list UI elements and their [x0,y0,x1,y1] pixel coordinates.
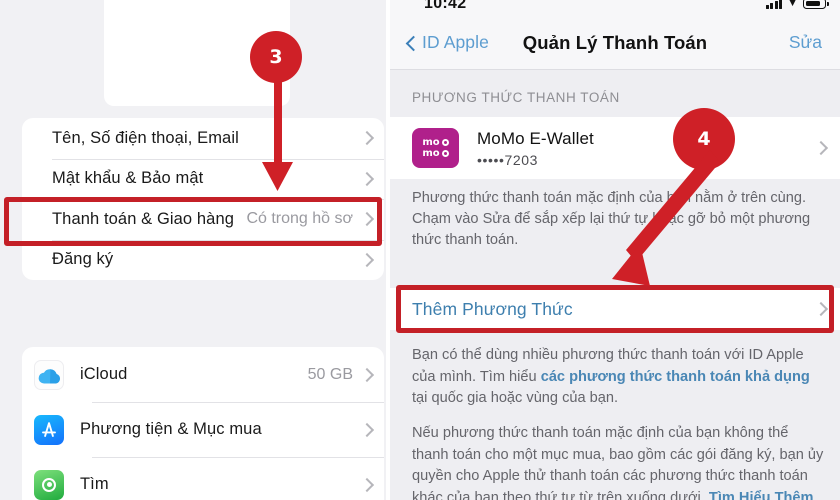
edit-button[interactable]: Sửa [789,32,822,53]
row-label: Đăng ký [52,250,114,269]
payment-method-text: MoMo E-Wallet •••••7203 [477,129,594,168]
chevron-right-icon [361,129,372,147]
chevron-right-icon [361,251,372,269]
left-phone-screen: Tên, Số điện thoại, Email Mật khẩu & Bảo… [0,0,386,500]
navigation-bar: ID Apple Quản Lý Thanh Toán Sửa [390,16,840,70]
momo-logo-dot [441,150,449,157]
sidebar-item-media-purchases[interactable]: Phương tiện & Mục mua [22,402,384,457]
momo-logo-dot [441,139,449,146]
payment-method-digits: •••••7203 [477,151,539,168]
row-label: Thanh toán & Giao hàng [52,209,234,228]
momo-logo-text-top: mo [422,136,440,148]
sidebar-item-subscriptions[interactable]: Đăng ký [22,239,384,281]
momo-logo-icon: mo mo [412,128,459,168]
sidebar-item-password-security[interactable]: Mật khẩu & Bảo mật [22,158,384,200]
add-payment-method-label: Thêm Phương Thức [412,298,573,319]
chevron-right-icon [815,300,826,318]
chevron-right-icon [361,421,372,439]
status-indicators: ▼ [765,0,829,9]
sidebar-item-find-my[interactable]: Tìm [22,457,384,500]
row-value: Có trong hồ sơ [246,210,353,228]
add-payment-method-button[interactable]: Thêm Phương Thức [390,288,840,330]
profile-card-cropped [104,0,290,106]
row-label: Phương tiện & Mục mua [80,420,262,438]
chevron-right-icon [815,139,826,157]
settings-group-account: Tên, Số điện thoại, Email Mật khẩu & Bảo… [22,118,384,280]
sidebar-item-icloud[interactable]: iCloud 50 GB [22,347,384,402]
chevron-right-icon [361,476,372,494]
chevron-left-icon [406,33,418,53]
payment-method-name: MoMo E-Wallet [477,128,594,148]
battery-icon [803,0,829,9]
status-bar: 10:42 ▼ [390,0,840,16]
description-default-method: Phương thức thanh toán mặc định của bạn … [412,190,811,248]
row-label: Tìm [80,475,109,493]
row-label: Mật khẩu & Bảo mật [52,169,204,188]
available-methods-link[interactable]: các phương thức thanh toán khả dụng [541,369,810,385]
back-button-label: ID Apple [422,32,489,52]
icloud-icon [34,359,64,390]
right-phone-screen: 10:42 ▼ ID Apple Quản Lý Thanh Toán Sửa … [390,0,840,500]
description-fallback-order: Nếu phương thức thanh toán mặc định của … [412,423,826,500]
app-store-icon [34,414,64,445]
status-time: 10:42 [424,0,467,12]
wifi-icon: ▼ [787,0,798,9]
row-label: Tên, Số điện thoại, Email [52,128,239,147]
sidebar-item-name-phone-email[interactable]: Tên, Số điện thoại, Email [22,118,384,159]
chevron-right-icon [361,366,372,384]
row-value: 50 GB [307,365,353,383]
description-available-methods: Bạn có thể dùng nhiều phương thức thanh … [412,345,822,410]
learn-more-link[interactable]: Tìm Hiểu Thêm [709,490,814,500]
settings-group-services: iCloud 50 GB Phương tiện & Mục mua Tìm [22,347,384,500]
chevron-right-icon [361,210,372,228]
cellular-signal-icon [765,0,783,9]
find-my-icon [34,469,64,500]
section-header-payment-methods: PHƯƠNG THỨC THANH TOÁN [412,90,620,105]
back-button[interactable]: ID Apple [406,32,489,53]
chevron-right-icon [361,170,372,188]
desc2-after: tại quốc gia hoặc vùng của bạn. [412,390,619,406]
momo-logo-text-bottom: mo [422,147,440,159]
payment-method-row[interactable]: mo mo MoMo E-Wallet •••••7203 [390,117,840,179]
row-label: iCloud [80,365,128,383]
sidebar-item-payment-shipping[interactable]: Thanh toán & Giao hàng Có trong hồ sơ [22,199,384,240]
screenshot-root: Tên, Số điện thoại, Email Mật khẩu & Bảo… [0,0,840,500]
